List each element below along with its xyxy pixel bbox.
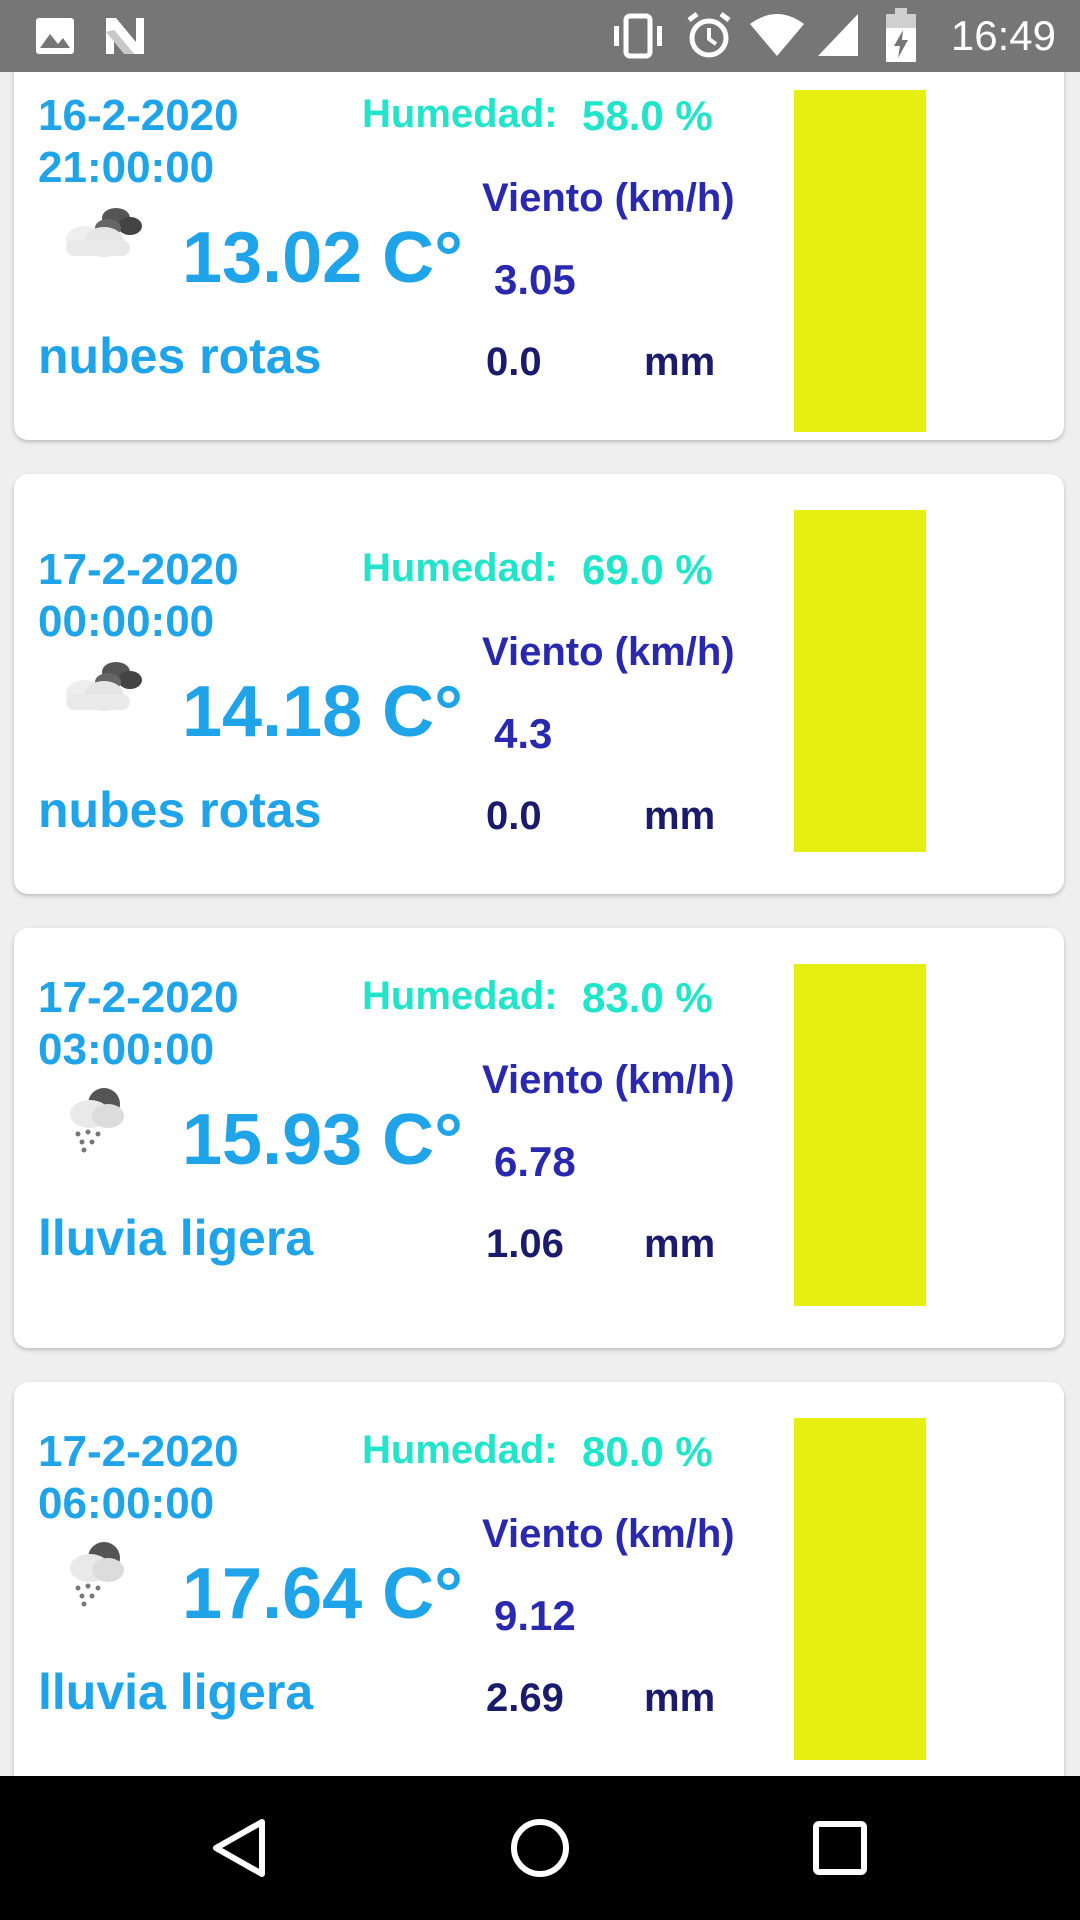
n-icon bbox=[106, 18, 144, 54]
forecast-card: 17-2-2020 03:00:00 Humedad: 83.0 % 15.93… bbox=[14, 928, 1064, 1348]
forecast-date: 17-2-2020 bbox=[38, 973, 239, 1022]
rain-value: 1.06 bbox=[486, 1222, 564, 1266]
humidity-value: 69.0 % bbox=[582, 546, 713, 593]
forecast-list[interactable]: 16-2-2020 21:00:00 Humedad: 58.0 % 13.02… bbox=[0, 72, 1080, 1776]
rain-unit: mm bbox=[644, 1222, 716, 1266]
temperature: 15.93 C° bbox=[182, 1100, 463, 1180]
rain-unit: mm bbox=[644, 794, 716, 838]
precipitation-bar bbox=[794, 510, 926, 852]
forecast-date: 16-2-2020 bbox=[38, 91, 239, 140]
forecast-card: 16-2-2020 21:00:00 Humedad: 58.0 % 13.02… bbox=[14, 72, 1064, 440]
temperature: 13.02 C° bbox=[182, 218, 463, 298]
humidity-label: Humedad: bbox=[362, 92, 558, 136]
wind-label: Viento (km/h) bbox=[482, 630, 735, 674]
forecast-time: 21:00:00 bbox=[38, 143, 215, 192]
humidity-label: Humedad: bbox=[362, 546, 558, 590]
battery-charging-icon bbox=[886, 8, 916, 62]
forecast-date: 17-2-2020 bbox=[38, 1427, 239, 1476]
forecast-time: 00:00:00 bbox=[38, 597, 215, 646]
forecast-time: 06:00:00 bbox=[38, 1479, 215, 1528]
wind-value: 9.12 bbox=[494, 1592, 576, 1639]
vibrate-icon bbox=[614, 13, 662, 59]
wind-label: Viento (km/h) bbox=[482, 176, 735, 220]
back-icon[interactable] bbox=[208, 1816, 272, 1880]
wind-label: Viento (km/h) bbox=[482, 1058, 735, 1102]
rain-value: 2.69 bbox=[486, 1676, 564, 1720]
forecast-time: 03:00:00 bbox=[38, 1025, 215, 1074]
image-icon bbox=[36, 18, 74, 54]
clock: 16:49 bbox=[950, 12, 1056, 59]
wifi-icon bbox=[750, 14, 804, 56]
humidity-value: 83.0 % bbox=[582, 974, 713, 1021]
wind-value: 6.78 bbox=[494, 1138, 576, 1185]
signal-icon bbox=[818, 14, 858, 56]
broken-clouds-icon bbox=[66, 662, 142, 711]
humidity-value: 80.0 % bbox=[582, 1428, 713, 1475]
temperature: 17.64 C° bbox=[182, 1554, 463, 1634]
wind-value: 4.3 bbox=[494, 710, 553, 757]
status-bar: 16:49 bbox=[0, 0, 1080, 72]
navigation-bar bbox=[0, 1776, 1080, 1920]
forecast-card: 17-2-2020 00:00:00 Humedad: 69.0 % 14.18… bbox=[14, 474, 1064, 894]
temperature: 14.18 C° bbox=[182, 672, 463, 752]
wind-value: 3.05 bbox=[494, 256, 576, 303]
home-icon[interactable] bbox=[508, 1816, 572, 1880]
rain-value: 0.0 bbox=[486, 340, 542, 384]
wind-label: Viento (km/h) bbox=[482, 1512, 735, 1556]
alarm-icon bbox=[687, 12, 731, 58]
broken-clouds-icon bbox=[66, 208, 142, 257]
forecast-card: 17-2-2020 06:00:00 Humedad: 80.0 % 17.64… bbox=[14, 1382, 1064, 1776]
precipitation-bar bbox=[794, 1418, 926, 1760]
weather-description: nubes rotas bbox=[38, 328, 322, 384]
rain-unit: mm bbox=[644, 340, 716, 384]
forecast-date: 17-2-2020 bbox=[38, 545, 239, 594]
humidity-label: Humedad: bbox=[362, 974, 558, 1018]
precipitation-bar bbox=[794, 964, 926, 1306]
recents-icon[interactable] bbox=[808, 1816, 872, 1880]
humidity-value: 58.0 % bbox=[582, 92, 713, 139]
light-rain-icon bbox=[70, 1088, 124, 1153]
rain-value: 0.0 bbox=[486, 794, 542, 838]
humidity-label: Humedad: bbox=[362, 1428, 558, 1472]
weather-description: lluvia ligera bbox=[38, 1210, 314, 1266]
rain-unit: mm bbox=[644, 1676, 716, 1720]
weather-description: lluvia ligera bbox=[38, 1664, 314, 1720]
precipitation-bar bbox=[794, 90, 926, 432]
weather-description: nubes rotas bbox=[38, 782, 322, 838]
light-rain-icon bbox=[70, 1542, 124, 1607]
